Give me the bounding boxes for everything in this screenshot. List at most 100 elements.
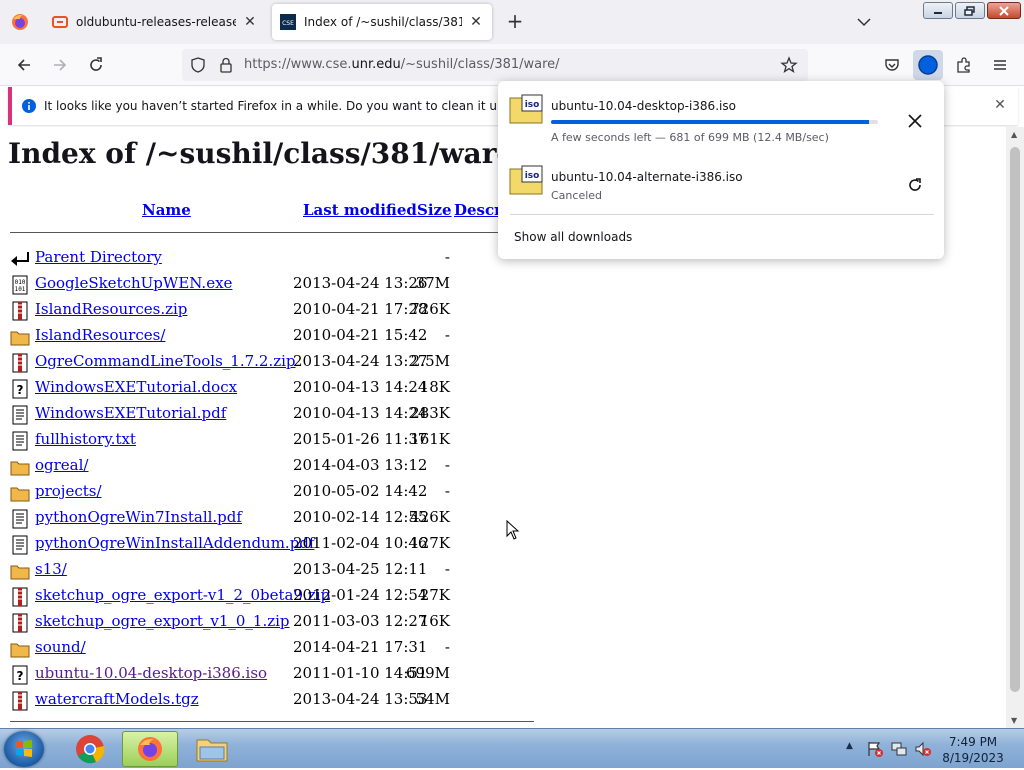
file-link[interactable]: ubuntu-10.04-desktop-i386.iso xyxy=(35,664,267,682)
url-path: /~sushil/class/381/ware/ xyxy=(400,57,560,72)
vertical-scrollbar[interactable]: ▲ ▼ xyxy=(1006,127,1024,728)
retry-download-button[interactable] xyxy=(902,172,928,198)
divider xyxy=(10,232,534,233)
taskbar-chrome[interactable] xyxy=(62,731,118,767)
downloads-panel: iso ubuntu-10.04-desktop-i386.iso A few … xyxy=(498,81,944,259)
show-all-downloads-button[interactable]: Show all downloads xyxy=(514,230,632,244)
file-size: - xyxy=(444,326,450,344)
minimize-icon xyxy=(934,11,942,14)
tracking-protection-shield-icon[interactable] xyxy=(190,57,206,73)
address-bar[interactable]: https://www.cse.unr.edu/~sushil/class/38… xyxy=(182,49,808,81)
url-domain: unr.edu xyxy=(351,57,401,72)
download-progress-bar xyxy=(551,120,878,124)
file-size: - xyxy=(444,456,450,474)
show-hidden-icons-icon[interactable]: ▲ xyxy=(846,741,853,751)
column-header-size[interactable]: Size xyxy=(417,201,452,219)
scroll-up-arrow-icon[interactable]: ▲ xyxy=(1011,130,1017,139)
download-status: Canceled xyxy=(551,189,603,202)
cancel-icon xyxy=(908,114,922,128)
table-row: ? WindowsEXETutorial.docx 2010-04-13 14:24… xyxy=(10,378,490,399)
file-link[interactable]: WindowsEXETutorial.pdf xyxy=(35,404,226,422)
file-link[interactable]: WindowsEXETutorial.docx xyxy=(35,378,237,396)
file-link[interactable]: pythonOgreWinInstallAddendum.pdf xyxy=(35,534,314,552)
svg-text:?: ? xyxy=(17,383,24,397)
table-row: IslandResources.zip 2010-04-21 17:28 726K xyxy=(10,300,490,321)
svg-text:CSE: CSE xyxy=(282,20,294,27)
url-text[interactable]: https://www.cse.unr.edu/~sushil/class/38… xyxy=(244,57,560,72)
compressed-file-icon xyxy=(12,691,28,711)
retry-icon xyxy=(909,178,921,191)
last-modified: 2010-04-21 15:42 xyxy=(293,326,428,344)
close-icon xyxy=(999,5,1009,16)
table-row: pythonOgreWinInstallAddendum.pdf 2011-02-… xyxy=(10,534,490,555)
svg-text:?: ? xyxy=(17,669,24,683)
iso-file-icon: iso xyxy=(509,94,543,124)
column-header-last-modified[interactable]: Last modified xyxy=(303,201,417,219)
app-menu-button[interactable] xyxy=(988,53,1012,77)
taskbar-firefox[interactable] xyxy=(122,731,178,767)
close-icon[interactable]: ✕ xyxy=(242,14,258,30)
file-link[interactable]: projects/ xyxy=(35,482,102,500)
pocket-button[interactable] xyxy=(880,53,904,77)
extensions-button[interactable] xyxy=(952,53,976,77)
taskbar-file-explorer[interactable] xyxy=(184,731,240,767)
reload-button[interactable] xyxy=(84,53,108,77)
tab-label: Index of /~sushil/class/381/wa xyxy=(304,15,462,29)
list-all-tabs-button[interactable] xyxy=(853,12,875,32)
file-link[interactable]: IslandResources.zip xyxy=(35,300,187,318)
last-modified: 2014-04-03 13:12 xyxy=(293,456,428,474)
ubuntu-old-releases-icon xyxy=(52,16,68,28)
lock-icon[interactable] xyxy=(218,57,234,73)
forward-button[interactable] xyxy=(48,53,72,77)
last-modified: 2010-04-21 17:28 xyxy=(293,300,428,318)
last-modified: 2013-04-24 13:27 xyxy=(293,352,428,370)
file-link[interactable]: sketchup_ogre_export_v1_0_1.zip xyxy=(35,612,290,630)
restore-button[interactable] xyxy=(955,2,985,19)
download-item[interactable]: iso ubuntu-10.04-alternate-i386.iso Canc… xyxy=(498,155,944,215)
file-link[interactable]: fullhistory.txt xyxy=(35,430,136,448)
tab-oldubuntu-releases[interactable]: oldubuntu-releases-releases-10 ✕ xyxy=(44,4,266,40)
scrollbar-thumb[interactable] xyxy=(1010,147,1020,692)
start-button[interactable] xyxy=(4,731,44,767)
firefox-icon xyxy=(12,14,28,30)
minimize-button[interactable] xyxy=(923,2,953,19)
file-link[interactable]: sound/ xyxy=(35,638,86,656)
action-center-flag-icon[interactable] xyxy=(866,740,884,758)
file-link[interactable]: ogreal/ xyxy=(35,456,88,474)
download-item[interactable]: iso ubuntu-10.04-desktop-i386.iso A few … xyxy=(498,84,944,144)
downloads-button[interactable] xyxy=(913,50,943,80)
file-link[interactable]: s13/ xyxy=(35,560,67,578)
svg-text:010: 010 xyxy=(15,279,26,286)
clock-date: 8/19/2023 xyxy=(942,751,1004,765)
chrome-icon xyxy=(76,735,105,764)
network-icon[interactable] xyxy=(890,740,908,758)
hamburger-menu-icon xyxy=(994,60,1006,70)
tab-index-of-ware[interactable]: CSE Index of /~sushil/class/381/wa ✕ xyxy=(272,4,492,40)
folder-icon xyxy=(10,461,30,476)
file-link[interactable]: watercraftModels.tgz xyxy=(35,690,199,708)
file-link[interactable]: GoogleSketchUpWEN.exe xyxy=(35,274,232,292)
back-button[interactable] xyxy=(12,53,36,77)
file-link[interactable]: pythonOgreWin7Install.pdf xyxy=(35,508,242,526)
firefox-view-button[interactable] xyxy=(8,10,32,34)
file-link[interactable]: OgreCommandLineTools_1.7.2.zip xyxy=(35,352,296,370)
table-row: WindowsEXETutorial.pdf 2010-04-13 14:24 28… xyxy=(10,404,490,425)
bookmark-star-icon[interactable] xyxy=(780,56,798,74)
file-link[interactable]: sketchup_ogre_export-v1_2_0beta9.zip xyxy=(35,586,330,604)
cancel-download-button[interactable] xyxy=(902,108,928,134)
taskbar-clock[interactable]: 7:49 PM 8/19/2023 xyxy=(930,734,1016,766)
taskbar: ▲ 7:49 PM 8/19/2023 xyxy=(0,728,1024,768)
scroll-down-arrow-icon[interactable]: ▼ xyxy=(1011,716,1017,725)
windows-logo-icon xyxy=(16,740,32,757)
last-modified: 2010-05-02 14:42 xyxy=(293,482,428,500)
forward-arrow-icon xyxy=(54,59,67,71)
close-icon[interactable]: ✕ xyxy=(992,97,1008,113)
close-icon[interactable]: ✕ xyxy=(468,14,484,30)
file-link[interactable]: IslandResources/ xyxy=(35,326,165,344)
download-progress-fill xyxy=(551,120,870,124)
download-filename: ubuntu-10.04-desktop-i386.iso xyxy=(551,99,736,113)
close-window-button[interactable] xyxy=(987,2,1021,19)
column-header-name[interactable]: Name xyxy=(142,201,191,219)
new-tab-button[interactable]: + xyxy=(503,10,527,34)
file-link[interactable]: Parent Directory xyxy=(35,248,162,266)
